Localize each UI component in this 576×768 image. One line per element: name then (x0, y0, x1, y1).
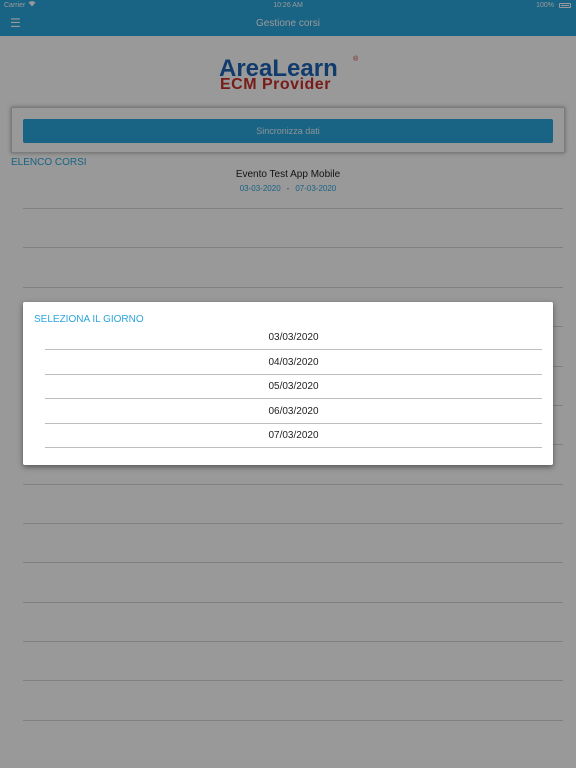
select-day-dialog: SELEZIONA IL GIORNO 03/03/2020 04/03/202… (23, 302, 553, 465)
day-option[interactable]: 07/03/2020 (45, 424, 542, 448)
day-option[interactable]: 04/03/2020 (45, 351, 542, 375)
day-option[interactable]: 06/03/2020 (45, 400, 542, 424)
dialog-title: SELEZIONA IL GIORNO (34, 314, 144, 325)
day-option[interactable]: 03/03/2020 (45, 326, 542, 350)
day-option[interactable]: 05/03/2020 (45, 375, 542, 399)
